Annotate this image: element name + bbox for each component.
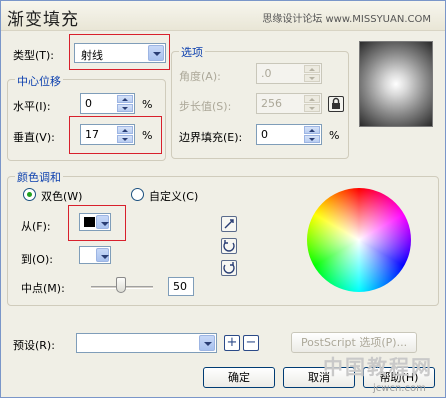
- midpoint-input[interactable]: 50: [168, 277, 194, 296]
- horizontal-spinner[interactable]: 0: [80, 93, 135, 114]
- edge-pad-spinner[interactable]: 0: [256, 124, 322, 145]
- horizontal-value: 0: [85, 97, 92, 110]
- to-label: 到(O):: [21, 253, 53, 266]
- angle-value: .0: [261, 67, 272, 80]
- horizontal-label: 水平(I):: [13, 100, 51, 113]
- edge-pad-value: 0: [261, 128, 268, 141]
- remove-preset-icon[interactable]: −: [243, 335, 259, 351]
- vertical-label: 垂直(V):: [13, 131, 55, 144]
- chevron-down-icon[interactable]: [96, 248, 109, 262]
- to-color-swatch: [84, 250, 95, 260]
- gradient-fill-dialog: 渐变填充 思缘设计论坛 www.MISSYUAN.COM 类型(T): 射线 中…: [0, 0, 446, 398]
- midpoint-slider-thumb[interactable]: [116, 277, 126, 293]
- preset-select[interactable]: [76, 333, 217, 353]
- counterclockwise-blend-icon[interactable]: [221, 238, 237, 254]
- midpoint-label: 中点(M):: [21, 282, 65, 295]
- steps-value: 256: [261, 97, 282, 110]
- from-label: 从(F):: [21, 220, 51, 233]
- chevron-down-icon[interactable]: [199, 335, 215, 351]
- highlight-type: [69, 34, 170, 70]
- spin-up-icon[interactable]: [304, 126, 320, 134]
- steps-label: 步长值(S):: [179, 100, 232, 113]
- options-title: 选项: [179, 44, 205, 60]
- title-bar: 渐变填充 思缘设计论坛 www.MISSYUAN.COM: [1, 1, 445, 31]
- steps-spinner[interactable]: 256: [256, 93, 322, 114]
- to-color-picker[interactable]: [79, 246, 111, 264]
- color-blend-title: 颜色调和: [15, 169, 63, 185]
- lock-icon[interactable]: [328, 96, 344, 112]
- spin-down-icon[interactable]: [304, 104, 320, 112]
- custom-radio[interactable]: [131, 188, 144, 201]
- edge-pad-unit: %: [329, 129, 340, 142]
- clockwise-blend-icon[interactable]: [221, 260, 237, 276]
- highlight-from: [68, 205, 126, 241]
- spin-down-icon[interactable]: [117, 104, 133, 112]
- postscript-options-button[interactable]: PostScript 选项(P)...: [291, 332, 417, 353]
- add-preset-icon[interactable]: +: [224, 335, 240, 351]
- ok-button[interactable]: 确定: [203, 367, 275, 388]
- color-wheel[interactable]: [307, 188, 411, 292]
- highlight-vertical: [69, 116, 162, 154]
- spin-up-icon[interactable]: [304, 65, 320, 73]
- edge-pad-label: 边界填充(E):: [179, 131, 243, 144]
- gradient-preview[interactable]: [359, 41, 433, 127]
- direct-blend-icon[interactable]: [221, 216, 237, 232]
- type-label: 类型(T):: [13, 49, 55, 62]
- site-watermark: 思缘设计论坛 www.MISSYUAN.COM: [262, 14, 431, 25]
- two-color-label[interactable]: 双色(W): [41, 188, 82, 204]
- center-offset-title: 中心位移: [15, 73, 63, 89]
- two-color-radio[interactable]: [23, 188, 36, 201]
- spin-up-icon[interactable]: [304, 95, 320, 103]
- spin-down-icon[interactable]: [304, 135, 320, 143]
- spin-up-icon[interactable]: [117, 95, 133, 103]
- dialog-title: 渐变填充: [7, 10, 79, 30]
- angle-spinner[interactable]: .0: [256, 63, 322, 84]
- angle-label: 角度(A):: [179, 70, 221, 83]
- spin-down-icon[interactable]: [304, 74, 320, 82]
- custom-label[interactable]: 自定义(C): [149, 188, 198, 204]
- horizontal-unit: %: [142, 98, 153, 111]
- corner-watermark: 中国教程网: [323, 355, 433, 379]
- midpoint-value: 50: [173, 280, 187, 293]
- preset-label: 预设(R):: [13, 339, 55, 352]
- corner-url: jcwcn.com: [373, 383, 426, 394]
